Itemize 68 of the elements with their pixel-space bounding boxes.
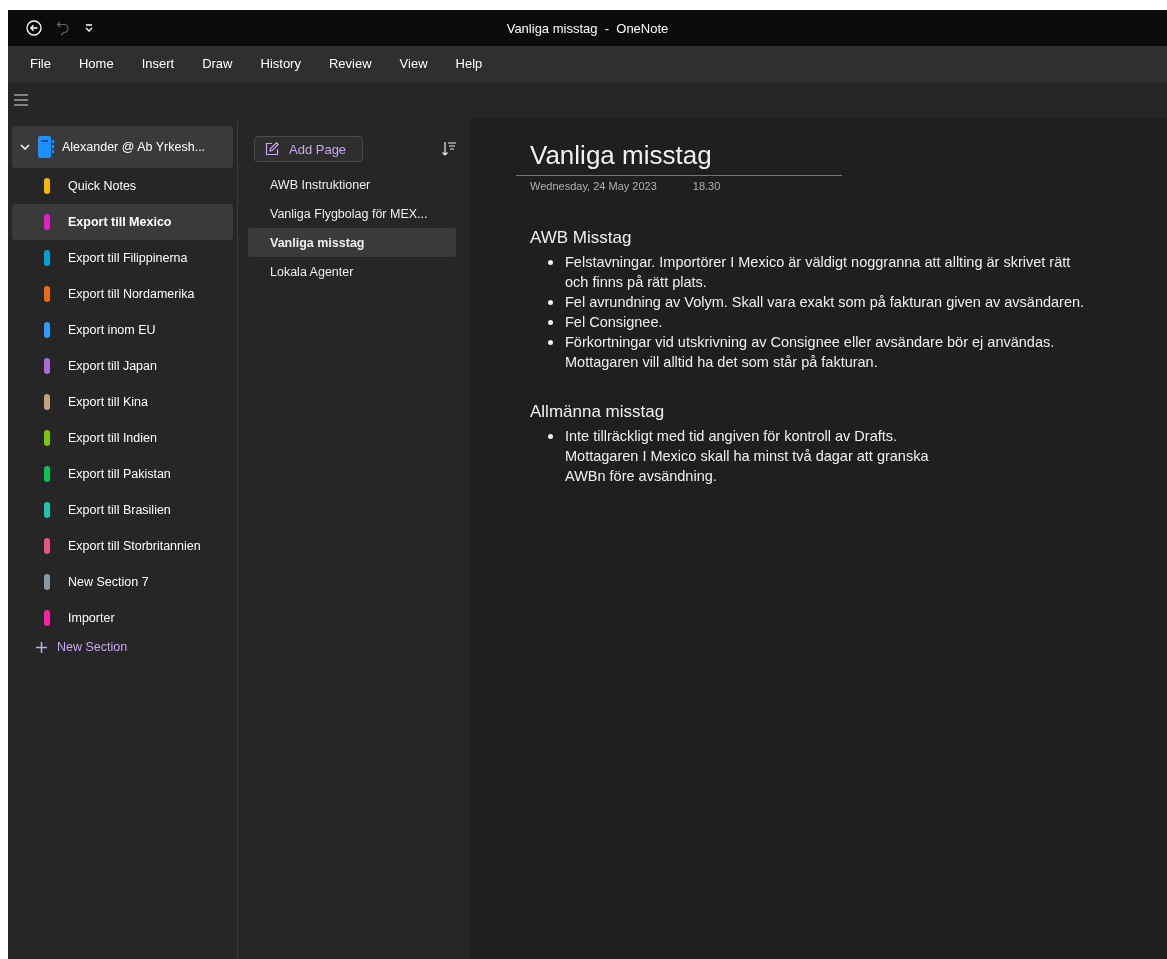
note-heading: Allmänna misstag [530,402,666,422]
new-section-link[interactable]: New Section [8,636,237,658]
section-item[interactable]: Export till Brasilien [12,492,233,528]
menu-tab[interactable]: View [387,51,440,77]
section-name: Export inom EU [68,323,156,337]
bullet-text: Inte tillräckligt med tid angiven för kontroll av Drafts. Mottagaren I Mexico skall ha minst två dagar att granska AWBn före avsändning. [565,427,929,486]
section-item[interactable]: Export till Mexico [12,204,233,240]
new-section-label: New Section [57,640,128,654]
page-date: Wednesday, 24 May 2023 [530,180,657,192]
menu-tab[interactable]: Insert [129,51,187,77]
section-name: Importer [68,611,115,625]
add-page-button[interactable]: Add Page [254,136,364,162]
section-name: Export till Indien [68,431,157,445]
bullet-icon [548,340,553,345]
chevron-icon[interactable] [20,143,30,151]
section-name: Quick Notes [68,179,137,193]
window-title: Vanliga misstag - OneNote [506,20,669,36]
section-name: Export till Japan [68,359,157,373]
section-name: Export till Storbritannien [68,539,201,553]
bullet-text: Felstavningar. Importörer I Mexico är väldigt noggranna att allting är skrivet rätt och finns på rätt plats. [565,253,1071,292]
section-name: New Section 7 [68,575,149,589]
bullet-icon [548,320,553,325]
plus-icon [36,641,47,653]
edit-icon [265,142,279,156]
section-name: Export till Pakistan [68,467,171,481]
undo-icon[interactable] [56,20,70,36]
section-name: Export till Nordamerika [68,287,195,301]
section-item[interactable]: Export till Storbritannien [12,528,233,564]
page-item[interactable]: Vanliga Flygbolag för MEX... [248,199,456,228]
bullet-text: Fel Consignee. [565,313,663,332]
section-item[interactable]: Export till Filippinerna [12,240,233,276]
notebook-name: Alexander @ Ab Yrkesh... [62,140,206,154]
section-item[interactable]: Export till Indien [12,420,233,456]
section-item[interactable]: New Section 7 [12,564,233,600]
bullet-icon [548,300,553,305]
section-item[interactable]: Export till Pakistan [12,456,233,492]
dropdown-icon[interactable] [84,23,94,33]
note-heading: AWB Misstag [530,228,633,248]
section-name: Export till Brasilien [68,503,171,517]
section-name: Export till Mexico [68,215,172,229]
page-title: Vanliga misstag [516,140,842,176]
section-item[interactable]: Quick Notes [12,168,233,204]
page-item[interactable]: Lokala Agenter [248,257,456,286]
notebook-item[interactable]: Alexander @ Ab Yrkesh... [12,126,233,168]
section-item[interactable]: Importer [12,600,233,636]
page-item[interactable]: Vanliga misstag [248,228,456,257]
section-item[interactable]: Export inom EU [12,312,233,348]
menu-tab[interactable]: History [248,51,313,77]
menu-tab[interactable]: Home [66,51,126,77]
page-time: 18.30 [692,180,721,192]
section-item[interactable]: Export till Nordamerika [12,276,233,312]
bullet-icon [548,260,553,265]
section-name: Export till Filippinerna [68,251,188,265]
bullet-text: Fel avrundning av Volym. Skall vara exakt som på fakturan given av avsändaren. [565,293,1085,312]
menu-icon[interactable] [14,94,28,106]
back-icon[interactable] [26,20,42,36]
sort-icon[interactable] [442,141,456,157]
section-item[interactable]: Export till Kina [12,384,233,420]
notebook-icon [38,136,54,158]
menu-tab[interactable]: Review [316,51,384,77]
bullet-icon [548,434,553,439]
bullet-text: Förkortningar vid utskrivning av Consignee eller avsändare bör ej användas. Mottagaren vill alltid ha det som står på fakturan. [565,333,1055,372]
section-item[interactable]: Export till Japan [12,348,233,384]
menu-tab[interactable]: Draw [190,51,245,77]
menu-tab[interactable]: Help [443,51,495,77]
section-name: Export till Kina [68,395,148,409]
menu-tab[interactable]: File [18,51,63,77]
page-item[interactable]: AWB Instruktioner [248,170,456,199]
